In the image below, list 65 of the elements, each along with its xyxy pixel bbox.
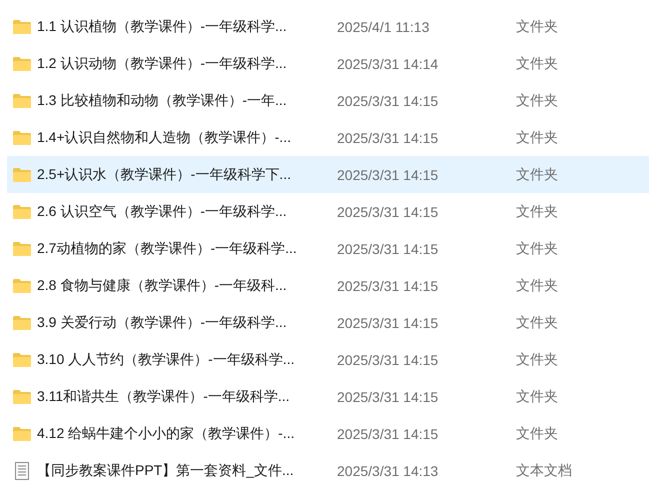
file-name: 2.6 认识空气（教学课件）-一年级科学... <box>37 202 287 220</box>
file-name: 3.11和谐共生（教学课件）-一年级科学... <box>37 388 290 406</box>
modified-date: 2025/3/31 14:15 <box>337 240 438 256</box>
file-type: 文件夹 <box>516 350 558 368</box>
file-name: 1.4+认识自然物和人造物（教学课件）-... <box>37 128 291 146</box>
modified-date: 2025/3/31 14:15 <box>337 388 438 404</box>
file-type: 文件夹 <box>516 166 558 184</box>
modified-date: 2025/3/31 14:15 <box>337 426 438 442</box>
file-name: 2.5+认识水（教学课件）-一年级科学下... <box>37 166 291 184</box>
file-row[interactable]: 2.7动植物的家（教学课件）-一年级科学... 2025/3/31 14:15 文件夹 <box>7 230 649 267</box>
file-name: 4.12 给蜗牛建个小小的家（教学课件）-... <box>37 424 294 442</box>
file-type: 文件夹 <box>516 314 558 332</box>
folder-icon <box>13 168 31 182</box>
file-row[interactable]: 2.6 认识空气（教学课件）-一年级科学... 2025/3/31 14:15 文件夹 <box>7 193 649 230</box>
file-type: 文本文档 <box>516 462 572 480</box>
modified-date: 2025/3/31 14:15 <box>337 314 438 330</box>
file-type: 文件夹 <box>516 18 558 36</box>
modified-date: 2025/3/31 14:15 <box>337 278 438 294</box>
folder-icon <box>13 278 31 292</box>
modified-date: 2025/3/31 14:15 <box>337 130 438 146</box>
file-type: 文件夹 <box>516 424 558 442</box>
modified-date: 2025/3/31 14:15 <box>337 92 438 108</box>
document-icon <box>15 462 29 480</box>
modified-date: 2025/3/31 14:15 <box>337 204 438 220</box>
file-type: 文件夹 <box>516 276 558 294</box>
file-name: 1.2 认识动物（教学课件）-一年级科学... <box>37 54 287 72</box>
folder-icon <box>13 130 31 144</box>
file-type: 文件夹 <box>516 92 558 110</box>
file-name: 【同步教案课件PPT】第一套资料_文件... <box>37 462 294 480</box>
file-row[interactable]: 2.8 食物与健康（教学课件）-一年级科... 2025/3/31 14:15 文件夹 <box>7 267 649 304</box>
file-row[interactable]: 1.2 认识动物（教学课件）-一年级科学... 2025/3/31 14:14 文件夹 <box>7 45 649 82</box>
modified-date: 2025/3/31 14:15 <box>337 166 438 182</box>
file-name: 3.10 人人节约（教学课件）-一年级科学... <box>37 350 294 368</box>
folder-icon <box>13 20 31 34</box>
file-row[interactable]: 3.10 人人节约（教学课件）-一年级科学... 2025/3/31 14:15 文件夹 <box>7 341 649 378</box>
file-type: 文件夹 <box>516 128 558 146</box>
file-name: 2.7动植物的家（教学课件）-一年级科学... <box>37 240 297 258</box>
file-row[interactable]: 2.5+认识水（教学课件）-一年级科学下... 2025/3/31 14:15 文件夹 <box>7 156 649 193</box>
folder-icon <box>13 390 31 404</box>
file-type: 文件夹 <box>516 54 558 72</box>
folder-icon <box>13 426 31 440</box>
file-name: 3.9 关爱行动（教学课件）-一年级科学... <box>37 314 287 332</box>
file-type: 文件夹 <box>516 388 558 406</box>
file-name: 2.8 食物与健康（教学课件）-一年级科... <box>37 276 287 294</box>
file-row[interactable]: 1.3 比较植物和动物（教学课件）-一年... 2025/3/31 14:15 文件夹 <box>7 82 649 119</box>
file-row[interactable]: 1.4+认识自然物和人造物（教学课件）-... 2025/3/31 14:15 文件夹 <box>7 119 649 156</box>
folder-icon <box>13 56 31 70</box>
modified-date: 2025/3/31 14:13 <box>337 462 438 478</box>
file-type: 文件夹 <box>516 202 558 220</box>
modified-date: 2025/3/31 14:15 <box>337 352 438 368</box>
folder-icon <box>13 352 31 366</box>
file-row[interactable]: 4.12 给蜗牛建个小小的家（教学课件）-... 2025/3/31 14:15 文件夹 <box>7 415 649 452</box>
file-name: 1.1 认识植物（教学课件）-一年级科学... <box>37 18 287 36</box>
file-row[interactable]: 1.1 认识植物（教学课件）-一年级科学... 2025/4/1 11:13 文件夹 <box>7 8 649 45</box>
folder-icon <box>13 94 31 108</box>
file-row[interactable]: 3.9 关爱行动（教学课件）-一年级科学... 2025/3/31 14:15 文件夹 <box>7 304 649 341</box>
modified-date: 2025/4/1 11:13 <box>337 18 430 34</box>
file-row[interactable]: 【同步教案课件PPT】第一套资料_文件... 2025/3/31 14:13 文本文档 <box>7 452 649 489</box>
file-name: 1.3 比较植物和动物（教学课件）-一年... <box>37 92 287 110</box>
folder-icon <box>13 316 31 330</box>
folder-icon <box>13 242 31 256</box>
file-row[interactable]: 3.11和谐共生（教学课件）-一年级科学... 2025/3/31 14:15 文件夹 <box>7 378 649 415</box>
modified-date: 2025/3/31 14:14 <box>337 56 438 72</box>
folder-icon <box>13 204 31 218</box>
file-type: 文件夹 <box>516 240 558 258</box>
